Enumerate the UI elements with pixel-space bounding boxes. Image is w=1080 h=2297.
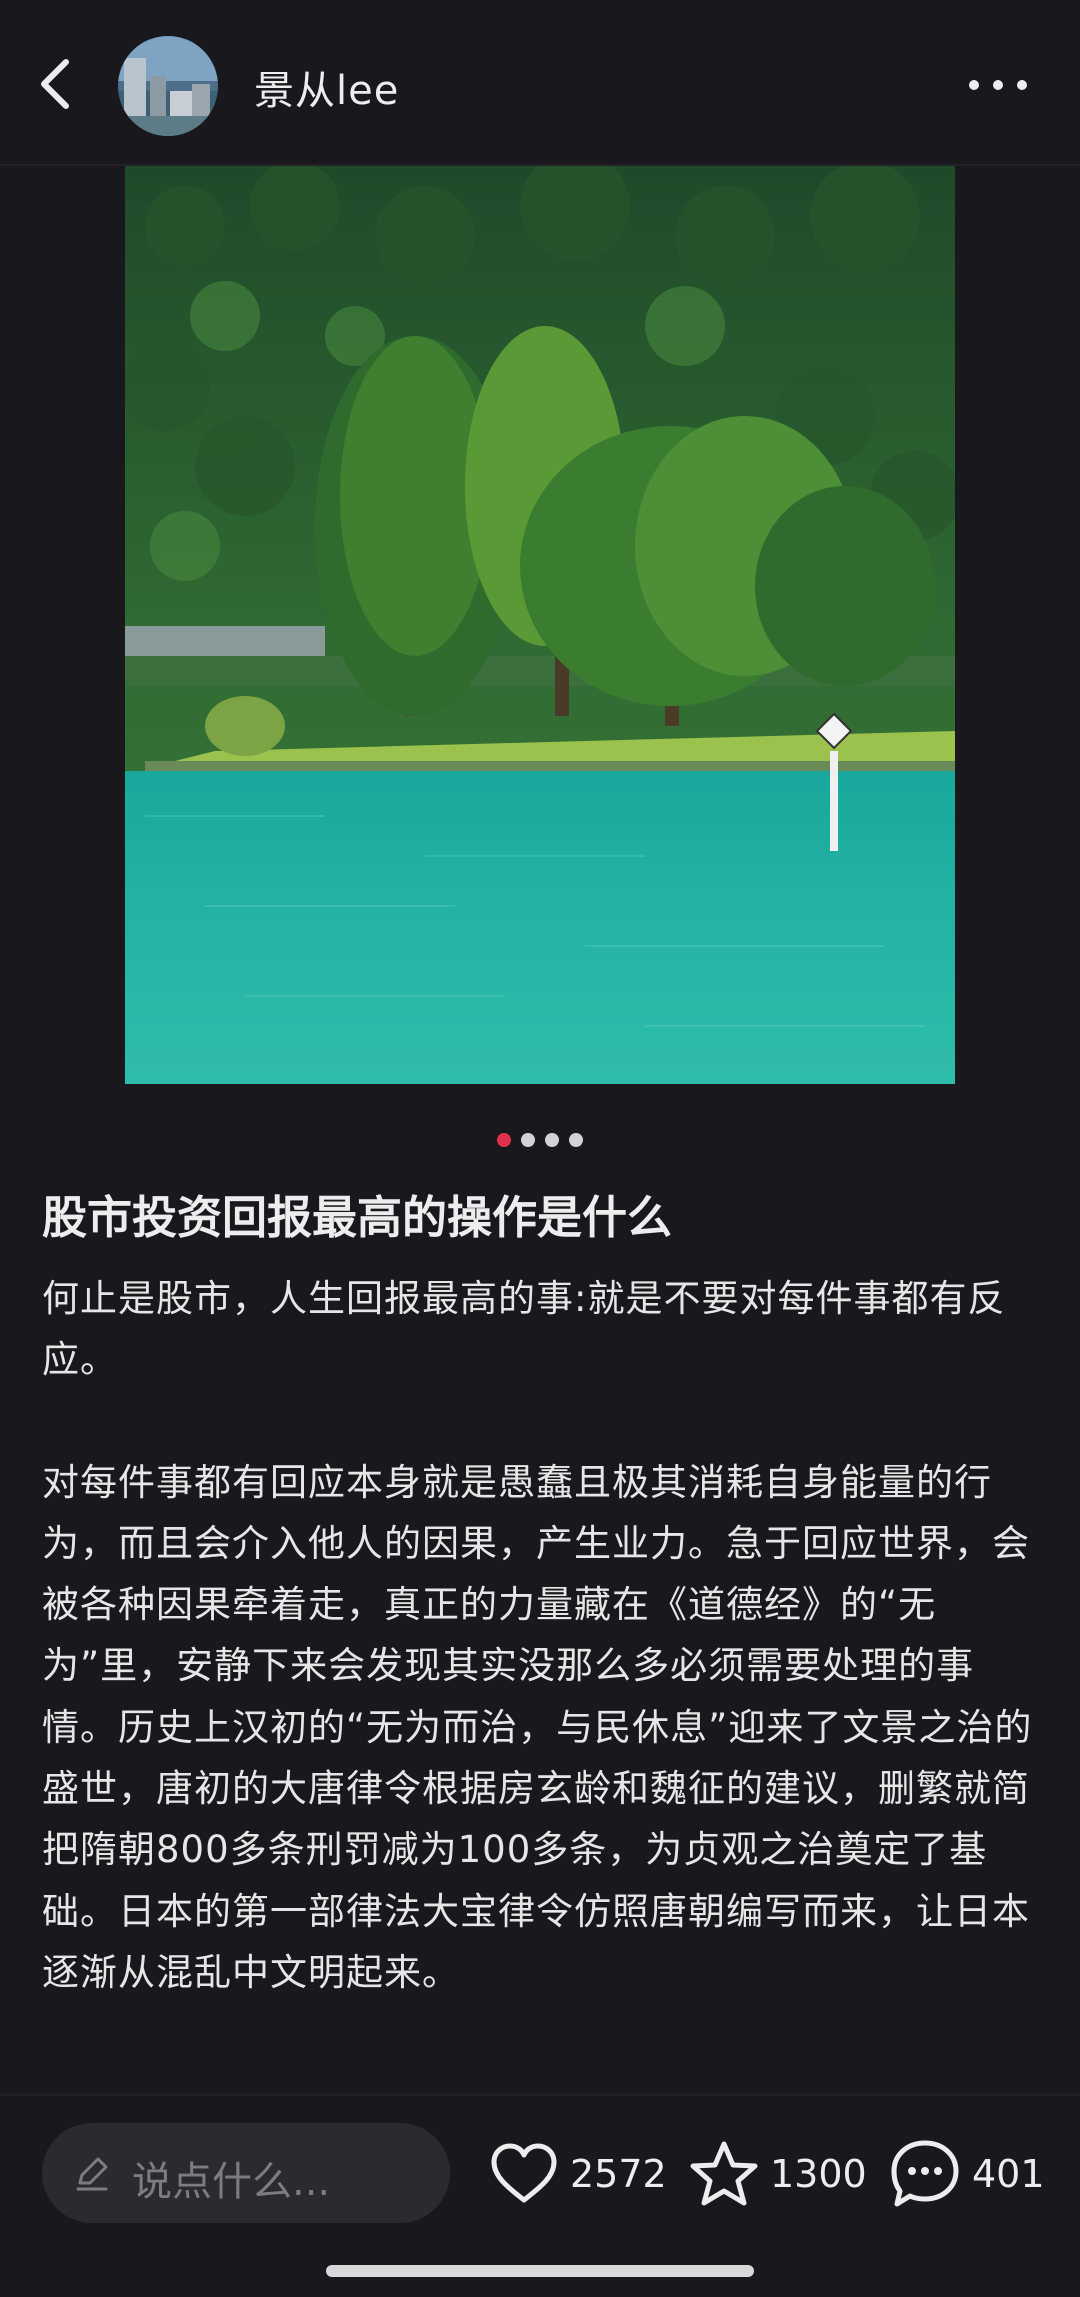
- like-count: 2572: [570, 2152, 667, 2196]
- post-title: 股市投资回报最高的操作是什么: [42, 1191, 673, 1244]
- comment-input[interactable]: 说点什么...: [42, 2123, 450, 2223]
- heart-icon: [491, 2143, 557, 2203]
- chat-bubble-icon: [891, 2140, 959, 2207]
- post-image[interactable]: [125, 166, 955, 1084]
- back-button[interactable]: [26, 44, 86, 124]
- carousel-dot[interactable]: [521, 1133, 535, 1147]
- comment-count: 401: [972, 2152, 1045, 2196]
- post-paragraph: 对每件事都有回应本身就是愚蠢且极其消耗自身能量的行为，而且会介入他人的因果，产生…: [42, 1460, 1033, 1994]
- post-body: 何止是股市，人生回报最高的事:就是不要对每件事都有反应。 对每件事都有回应本身就…: [42, 1268, 1042, 2003]
- post-paragraph: 何止是股市，人生回报最高的事:就是不要对每件事都有反应。: [42, 1277, 1006, 1382]
- like-button[interactable]: 2572: [488, 2138, 667, 2210]
- pencil-icon: [76, 2157, 108, 2191]
- favorite-button[interactable]: 1300: [688, 2138, 867, 2210]
- favorite-count: 1300: [770, 2152, 867, 2196]
- comment-placeholder: 说点什么...: [132, 2159, 331, 2205]
- ellipsis-horizontal-icon: [969, 80, 1027, 90]
- chevron-left-icon: [41, 59, 69, 109]
- top-bar: 景从lee: [0, 0, 1080, 164]
- carousel-dot[interactable]: [545, 1133, 559, 1147]
- carousel-dot[interactable]: [569, 1133, 583, 1147]
- star-icon: [690, 2141, 758, 2206]
- carousel-indicator: [0, 1133, 1080, 1153]
- home-indicator[interactable]: [326, 2265, 754, 2277]
- comment-button[interactable]: 401: [888, 2138, 1045, 2210]
- carousel-dot-active[interactable]: [497, 1133, 511, 1147]
- avatar[interactable]: [118, 36, 218, 136]
- author-name[interactable]: 景从lee: [254, 58, 399, 116]
- more-options-button[interactable]: [966, 60, 1030, 110]
- divider: [0, 2094, 1080, 2096]
